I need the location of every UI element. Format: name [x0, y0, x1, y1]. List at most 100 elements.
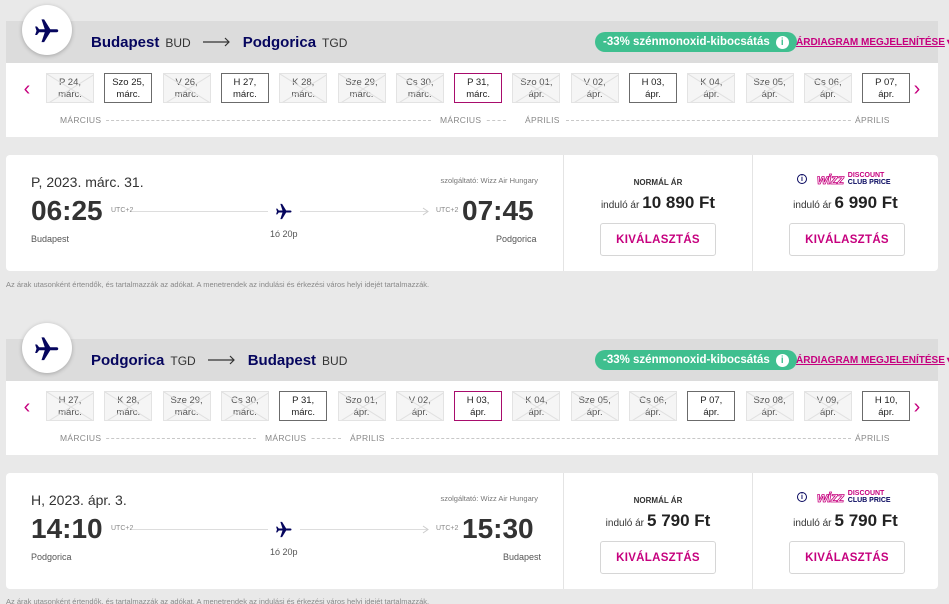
- club-fare-price: induló ár 6 990 Ft: [793, 193, 898, 212]
- outbound-flight-info: P, 2023. márc. 31. szolgáltató: Wizz Air…: [6, 155, 564, 271]
- plane-icon: [35, 19, 59, 43]
- inbound-club-fare: i wizz DISCOUNT CLUB PRICE induló ár 5 790…: [752, 473, 938, 589]
- select-club-fare-button[interactable]: KIVÁLASZTÁS: [789, 541, 905, 574]
- month-label: MÁRCIUS: [436, 115, 486, 125]
- normal-fare-title: NORMÁL ÁR: [633, 496, 683, 505]
- month-label: ÁPRILIS: [521, 115, 564, 125]
- month-label: ÁPRILIS: [851, 433, 894, 443]
- date-button[interactable]: K 28, márc.: [104, 391, 153, 421]
- departure-city: Podgorica: [31, 552, 72, 562]
- arrival-time: 15:30: [462, 513, 534, 544]
- departure-utc: UTC+2: [111, 207, 134, 214]
- flight-path-line: [132, 211, 268, 212]
- date-button[interactable]: H 03, ápr.: [629, 73, 677, 103]
- date-button[interactable]: P 07, ápr.: [862, 73, 911, 103]
- club-price-label: DISCOUNT CLUB PRICE: [847, 172, 891, 186]
- date-button[interactable]: H 10, ápr.: [862, 391, 911, 421]
- date-button[interactable]: Szo 01, ápr.: [337, 391, 386, 421]
- date-button[interactable]: Cs 30, márc.: [220, 391, 269, 421]
- flight-duration: 1ó 20p: [270, 229, 298, 239]
- arrival-utc: UTC+2: [436, 525, 459, 532]
- month-label: ÁPRILIS: [851, 115, 894, 125]
- outbound-price-chart-link[interactable]: ÁRDIAGRAM MEGJELENÍTÉSE▾: [796, 37, 949, 48]
- date-button[interactable]: V 09, ápr.: [803, 391, 852, 421]
- date-button[interactable]: Szo 25, márc.: [104, 73, 153, 103]
- plane-badge: [22, 5, 72, 55]
- date-button[interactable]: H 27, márc.: [220, 73, 269, 103]
- inbound-destination-code: BUD: [322, 354, 348, 368]
- flight-duration: 1ó 20p: [270, 547, 298, 557]
- outbound-route-header: Budapest BUD Podgorica TGD -33% szénmono…: [6, 21, 949, 63]
- date-button[interactable]: Sze 29, márc.: [337, 73, 386, 103]
- date-button[interactable]: Sze 29, márc.: [162, 391, 211, 421]
- arrow-right-icon: [422, 207, 429, 216]
- departure-time: 06:25: [31, 195, 103, 226]
- chevron-left-icon[interactable]: ‹: [17, 397, 37, 417]
- co2-label: -33% szénmonoxid-kibocsátás: [603, 354, 770, 366]
- departure-city: Budapest: [31, 234, 70, 244]
- arrival-time: 07:45: [462, 195, 534, 226]
- info-icon[interactable]: i: [797, 492, 807, 502]
- select-normal-fare-button[interactable]: KIVÁLASZTÁS: [600, 541, 716, 574]
- month-label: MÁRCIUS: [56, 115, 106, 125]
- flight-path-line: [132, 529, 268, 530]
- date-button[interactable]: Sze 05, ápr.: [570, 391, 619, 421]
- date-button[interactable]: H 03, ápr.: [454, 391, 503, 421]
- info-icon[interactable]: i: [775, 353, 789, 367]
- inbound-date-strip: ‹ › MÁRCIUS MÁRCIUS ÁPRILIS ÁPRILIS H 27…: [6, 381, 938, 455]
- inbound-destination: Budapest: [247, 352, 317, 369]
- inbound-co2-badge[interactable]: -33% szénmonoxid-kibocsátás i: [595, 350, 797, 370]
- date-button[interactable]: Szo 01, ápr.: [512, 73, 561, 103]
- date-button[interactable]: K 04, ápr.: [687, 73, 736, 103]
- inbound-route-header: Podgorica TGD Budapest BUD -33% szénmono…: [6, 339, 949, 381]
- discount-club-logo: i wizz DISCOUNT CLUB PRICE: [797, 489, 891, 505]
- date-button[interactable]: H 27, márc.: [46, 391, 94, 421]
- arrow-right-icon: [202, 34, 231, 47]
- operator: szolgáltató: Wizz Air Hungary: [440, 176, 538, 185]
- date-button[interactable]: P 24, márc.: [46, 73, 94, 103]
- outbound-route: Budapest BUD Podgorica TGD: [91, 34, 347, 51]
- date-button[interactable]: K 04, ápr.: [512, 391, 561, 421]
- flight-date: P, 2023. márc. 31.: [31, 174, 144, 190]
- departure-time: 14:10: [31, 513, 103, 544]
- date-button[interactable]: P 31, márc.: [279, 391, 328, 421]
- operator: szolgáltató: Wizz Air Hungary: [440, 494, 538, 503]
- date-button[interactable]: Cs 30, márc.: [395, 73, 444, 103]
- flight-path-line: [300, 211, 428, 212]
- inbound-price-chart-link[interactable]: ÁRDIAGRAM MEGJELENÍTÉSE▾: [796, 355, 949, 366]
- select-normal-fare-button[interactable]: KIVÁLASZTÁS: [600, 223, 716, 256]
- outbound-origin: Budapest: [91, 34, 160, 51]
- inbound-flight-card: H, 2023. ápr. 3. szolgáltató: Wizz Air H…: [6, 473, 938, 589]
- date-button[interactable]: Sze 05, ápr.: [745, 73, 794, 103]
- date-button[interactable]: V 26, márc.: [162, 73, 211, 103]
- date-button[interactable]: V 02, ápr.: [395, 391, 444, 421]
- date-button[interactable]: P 07, ápr.: [687, 391, 736, 421]
- disclaimer: Az árak utasonként értendők, és tartalma…: [6, 280, 430, 289]
- date-button[interactable]: Szo 08, ápr.: [745, 391, 794, 421]
- wizz-logo: wizz: [817, 489, 845, 506]
- outbound-normal-fare: NORMÁL ÁR induló ár 10 890 Ft KIVÁLASZTÁS: [563, 155, 752, 271]
- date-button[interactable]: Cs 06, ápr.: [803, 73, 852, 103]
- arrival-city: Budapest: [503, 552, 542, 562]
- select-club-fare-button[interactable]: KIVÁLASZTÁS: [789, 223, 905, 256]
- date-button[interactable]: Cs 06, ápr.: [629, 391, 677, 421]
- outbound-month-row: MÁRCIUS MÁRCIUS ÁPRILIS ÁPRILIS: [46, 115, 896, 127]
- chevron-left-icon[interactable]: ‹: [17, 79, 37, 99]
- month-label: MÁRCIUS: [56, 433, 106, 443]
- date-button[interactable]: K 28, márc.: [279, 73, 328, 103]
- info-icon[interactable]: i: [797, 174, 807, 184]
- outbound-co2-badge[interactable]: -33% szénmonoxid-kibocsátás i: [595, 32, 797, 52]
- co2-label: -33% szénmonoxid-kibocsátás: [603, 36, 770, 48]
- discount-club-logo: i wizz DISCOUNT CLUB PRICE: [797, 171, 891, 187]
- date-button[interactable]: P 31, márc.: [454, 73, 503, 103]
- outbound-destination-code: TGD: [322, 36, 348, 50]
- flight-date: H, 2023. ápr. 3.: [31, 492, 127, 508]
- arrival-utc: UTC+2: [436, 207, 459, 214]
- arrow-right-icon: [422, 525, 429, 534]
- date-button[interactable]: V 02, ápr.: [570, 73, 619, 103]
- normal-fare-price: induló ár 10 890 Ft: [600, 193, 716, 212]
- plane-badge: [22, 323, 72, 373]
- info-icon[interactable]: i: [775, 35, 789, 49]
- inbound-flight-info: H, 2023. ápr. 3. szolgáltató: Wizz Air H…: [6, 473, 564, 589]
- flight-path-line: [300, 529, 428, 530]
